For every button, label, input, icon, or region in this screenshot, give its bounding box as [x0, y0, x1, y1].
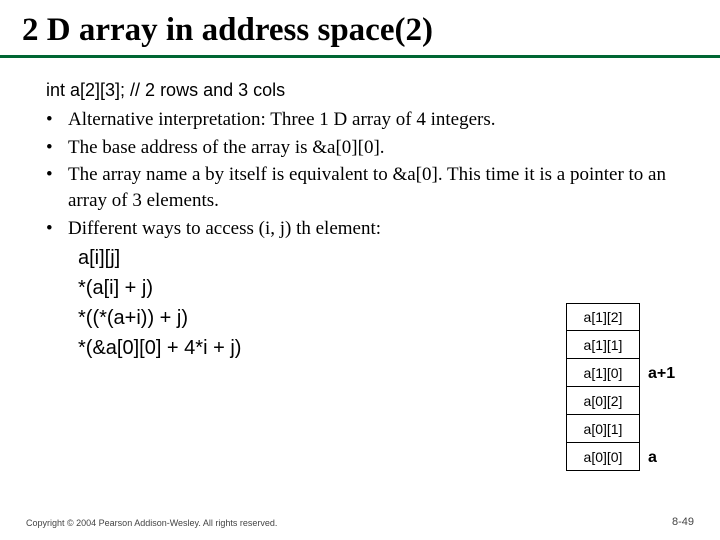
access-expr: *(&a[0][0] + 4*i + j) [78, 333, 241, 363]
memory-stack: a[1][2] a[1][1] a[1][0] a[0][2] a[0][1] … [566, 303, 640, 471]
pointer-label-aplus1: a+1 [648, 365, 675, 383]
bullet-item: Alternative interpretation: Three 1 D ar… [46, 107, 690, 133]
page-number: 8-49 [672, 516, 694, 528]
access-expressions: a[i][j] *(a[i] + j) *((*(a+i)) + j) *(&a… [78, 243, 241, 363]
bullet-list: Alternative interpretation: Three 1 D ar… [46, 107, 690, 241]
access-expr: *((*(a+i)) + j) [78, 303, 241, 333]
memory-cell: a[1][2] [566, 303, 640, 331]
memory-cell: a[1][1] [566, 331, 640, 359]
bullet-item: Different ways to access (i, j) th eleme… [46, 216, 690, 242]
memory-cell: a[1][0] [566, 359, 640, 387]
copyright-text: Copyright © 2004 Pearson Addison-Wesley.… [26, 518, 277, 528]
memory-cell: a[0][0] [566, 443, 640, 471]
slide-content: int a[2][3]; // 2 rows and 3 cols Altern… [0, 58, 720, 241]
pointer-label-a: a [648, 449, 657, 467]
access-expr: a[i][j] [78, 243, 241, 273]
bullet-item: The array name a by itself is equivalent… [46, 162, 690, 213]
declaration-line: int a[2][3]; // 2 rows and 3 cols [46, 80, 690, 101]
bullet-item: The base address of the array is &a[0][0… [46, 135, 690, 161]
access-expr: *(a[i] + j) [78, 273, 241, 303]
memory-cell: a[0][2] [566, 387, 640, 415]
memory-cell: a[0][1] [566, 415, 640, 443]
slide-title: 2 D array in address space(2) [0, 0, 720, 58]
